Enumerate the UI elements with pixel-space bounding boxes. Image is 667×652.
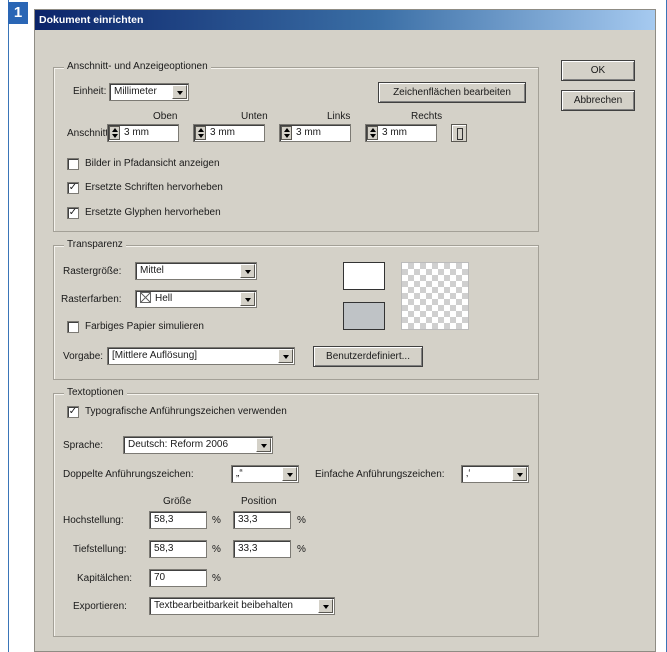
export-label: Exportieren: (73, 601, 127, 612)
export-value: Textbearbeitbarkeit beibehalten (154, 600, 293, 611)
bleed-top-field[interactable]: 3 mm (107, 124, 179, 142)
show-images-outline-label: Bilder in Pfadansicht anzeigen (85, 158, 220, 169)
chevron-down-icon (172, 85, 187, 99)
bleed-group-legend: Anschnitt- und Anzeigeoptionen (64, 61, 211, 72)
language-value: Deutsch: Reform 2006 (128, 439, 229, 450)
transparency-group-legend: Transparenz (64, 239, 126, 250)
chevron-down-icon (278, 349, 293, 363)
simulate-paper-checkbox[interactable] (67, 321, 79, 333)
preset-label: Vorgabe: (63, 351, 104, 362)
cancel-button[interactable]: Abbrechen (561, 90, 635, 111)
chevron-down-icon (512, 467, 527, 481)
ok-button[interactable]: OK (561, 60, 635, 81)
single-quotes-label: Einfache Anführungszeichen: (315, 469, 445, 480)
double-quotes-label: Doppelte Anführungszeichen: (63, 469, 194, 480)
transparency-grid-preview (401, 262, 469, 330)
document-setup-dialog: Dokument einrichten OK Abbrechen Anschni… (34, 9, 656, 652)
stepper-icon[interactable] (109, 126, 120, 140)
chevron-down-icon (282, 467, 297, 481)
bleed-right-header: Rechts (411, 111, 443, 122)
bleed-top-header: Oben (153, 111, 178, 122)
highlight-substituted-fonts-label: Ersetzte Schriften hervorheben (85, 182, 223, 193)
subscript-position-unit: % (297, 544, 306, 555)
stepper-icon[interactable] (281, 126, 292, 140)
superscript-size-field[interactable]: 58,3 (149, 511, 207, 529)
superscript-position-unit: % (297, 515, 306, 526)
grid-color-swatch-grey[interactable] (343, 302, 385, 330)
chevron-down-icon (256, 438, 271, 452)
bleed-left-header: Links (327, 111, 351, 122)
grid-color-swatch-icon (140, 292, 151, 303)
subscript-position-field[interactable]: 33,3 (233, 540, 291, 558)
chevron-down-icon (240, 292, 255, 306)
show-images-outline-checkbox[interactable] (67, 158, 79, 170)
bleed-top-value: 3 mm (124, 127, 149, 138)
highlight-substituted-fonts-checkbox[interactable]: ✓ (67, 182, 79, 194)
chevron-down-icon (318, 599, 333, 613)
stepper-icon[interactable] (367, 126, 378, 140)
typographic-quotes-checkbox[interactable]: ✓ (67, 406, 79, 418)
grid-size-select[interactable]: Mittel (135, 262, 257, 280)
highlight-substituted-glyphs-label: Ersetzte Glyphen hervorheben (85, 207, 221, 218)
typographic-quotes-label: Typografische Anführungszeichen verwende… (85, 406, 287, 417)
text-options-group-legend: Textoptionen (64, 387, 127, 398)
bleed-label: Anschnitt: (67, 128, 111, 139)
bleed-bottom-value: 3 mm (210, 127, 235, 138)
custom-button[interactable]: Benutzerdefiniert... (313, 346, 423, 367)
grid-size-value: Mittel (140, 265, 164, 276)
dialog-titlebar[interactable]: Dokument einrichten (35, 10, 655, 30)
small-caps-field[interactable]: 70 (149, 569, 207, 587)
superscript-label: Hochstellung: (63, 515, 124, 526)
size-column-header: Größe (163, 496, 192, 507)
small-caps-unit: % (212, 573, 221, 584)
bleed-bottom-field[interactable]: 3 mm (193, 124, 265, 142)
language-label: Sprache: (63, 440, 104, 451)
figure-number-badge: 1 (8, 2, 28, 24)
link-values-icon[interactable] (451, 124, 467, 142)
unit-label: Einheit: (73, 86, 107, 97)
preset-value: [Mittlere Auflösung] (112, 350, 198, 361)
stepper-icon[interactable] (195, 126, 206, 140)
grid-size-label: Rastergröße: (63, 266, 122, 277)
bleed-left-value: 3 mm (296, 127, 321, 138)
subscript-size-unit: % (212, 544, 221, 555)
highlight-substituted-glyphs-checkbox[interactable]: ✓ (67, 207, 79, 219)
position-column-header: Position (241, 496, 277, 507)
small-caps-label: Kapitälchen: (77, 573, 133, 584)
subscript-size-field[interactable]: 58,3 (149, 540, 207, 558)
bleed-right-value: 3 mm (382, 127, 407, 138)
grid-colors-label: Rasterfarben: (61, 294, 122, 305)
preset-select[interactable]: [Mittlere Auflösung] (107, 347, 295, 365)
single-quotes-value: ‚‘ (466, 468, 471, 479)
language-select[interactable]: Deutsch: Reform 2006 (123, 436, 273, 454)
simulate-paper-label: Farbiges Papier simulieren (85, 321, 204, 332)
bleed-bottom-header: Unten (241, 111, 268, 122)
double-quotes-select[interactable]: „“ (231, 465, 299, 483)
unit-select-value: Millimeter (114, 86, 157, 97)
export-select[interactable]: Textbearbeitbarkeit beibehalten (149, 597, 335, 615)
edit-artboards-button[interactable]: Zeichenflächen bearbeiten (378, 82, 526, 103)
subscript-label: Tiefstellung: (73, 544, 127, 555)
grid-color-swatch-white[interactable] (343, 262, 385, 290)
unit-select[interactable]: Millimeter (109, 83, 189, 101)
bleed-right-field[interactable]: 3 mm (365, 124, 437, 142)
double-quotes-value: „“ (236, 468, 243, 479)
superscript-position-field[interactable]: 33,3 (233, 511, 291, 529)
grid-colors-select[interactable]: Hell (135, 290, 257, 308)
chevron-down-icon (240, 264, 255, 278)
single-quotes-select[interactable]: ‚‘ (461, 465, 529, 483)
bleed-left-field[interactable]: 3 mm (279, 124, 351, 142)
grid-colors-value: Hell (155, 293, 173, 304)
superscript-size-unit: % (212, 515, 221, 526)
